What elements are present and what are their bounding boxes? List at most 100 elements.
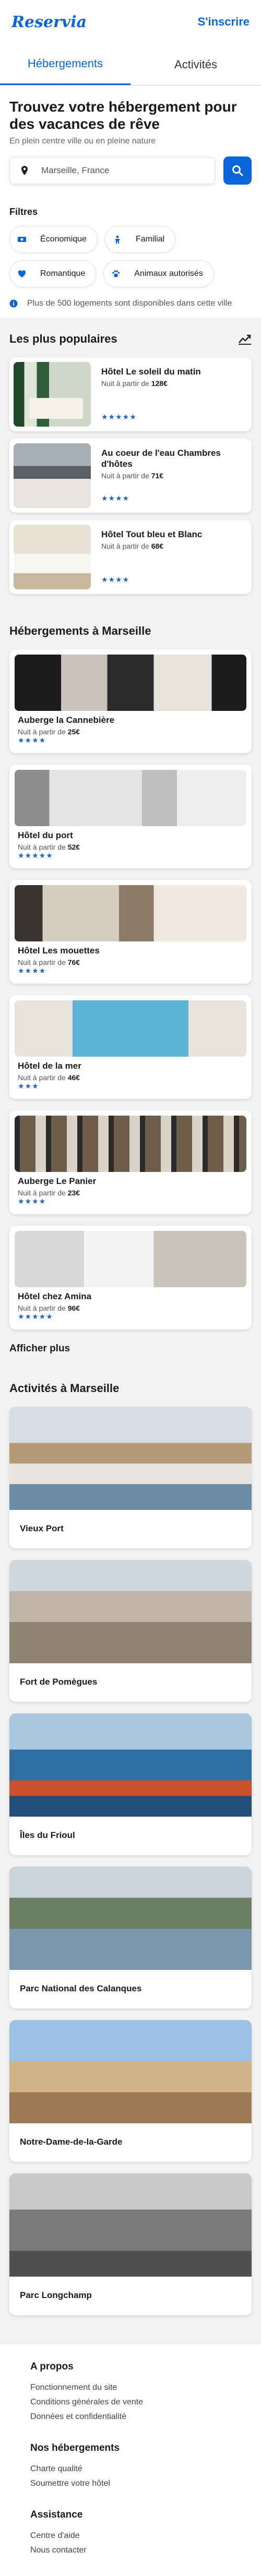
availability-info: Plus de 500 logements sont disponibles d… [9,299,252,308]
popular-card[interactable]: Au coeur de l'eau Chambres d'hôtes Nuit … [9,439,252,513]
hotel-price: Nuit à partir de 52€ [18,843,243,851]
hotel-price: Nuit à partir de 96€ [18,1304,243,1312]
card-content: Auberge Le Panier Nuit à partir de 23€ ★… [15,1172,246,1206]
hotel-price: Nuit à partir de 128€ [101,379,247,388]
footer-link[interactable]: Conditions générales de vente [30,2398,231,2407]
trending-chart-icon [239,334,251,345]
hero-subtitle: En plein centre ville ou en pleine natur… [9,137,156,146]
price-prefix: Nuit à partir de [101,379,151,388]
footer-heading: Assistance [30,2509,83,2520]
tab-bar: Hébergements Activités [0,44,261,86]
card-content: Au coeur de l'eau Chambres d'hôtes Nuit … [101,443,247,508]
footer-link[interactable]: Données et confidentialité [30,2412,231,2422]
footer-link[interactable]: Centre d'aide [30,2531,231,2541]
hotel-photo [15,1231,246,1287]
hotels-section: Hébergements à Marseille Auberge la Cann… [0,610,261,1373]
activity-photo [9,2173,252,2277]
card-content: Hôtel Le soleil du matin Nuit à partir d… [101,362,247,427]
hotel-name: Au coeur de l'eau Chambres d'hôtes [101,448,221,469]
price-prefix: Nuit à partir de [18,1189,68,1197]
paw-icon [112,270,120,277]
search-icon [232,165,243,176]
price-value: 68€ [151,542,164,550]
price-value: 52€ [67,843,80,851]
filter-animaux[interactable]: Animaux autorisés [103,260,214,287]
hotel-price: Nuit à partir de 68€ [101,542,247,550]
footer-link[interactable]: Soumettre votre hôtel [30,2479,231,2488]
popular-section: Les plus populaires Hôtel Le soleil du m… [0,318,261,610]
activity-card[interactable]: Îles du Frioul [9,1713,252,1855]
activity-card[interactable]: Notre-Dame-de-la-Garde [9,2020,252,2162]
hotel-card[interactable]: Hôtel du port Nuit à partir de 52€ ★★★★★ [9,765,252,868]
hotel-card[interactable]: Hôtel de la mer Nuit à partir de 46€ ★★★ [9,995,252,1099]
heart-icon [18,270,26,277]
footer-heading: A propos [30,2361,74,2372]
activity-name: Parc National des Calanques [20,1984,142,1993]
price-prefix: Nuit à partir de [18,843,68,851]
hotel-name: Auberge Le Panier [18,1176,97,1186]
logo[interactable]: Reservia [11,13,87,31]
star-rating: ★★★★ [18,966,46,975]
hotel-card[interactable]: Auberge la Cannebière Nuit à partir de 2… [9,649,252,753]
popular-card[interactable]: Hôtel Le soleil du matin Nuit à partir d… [9,357,252,431]
activity-card[interactable]: Vieux Port [9,1407,252,1549]
activity-card[interactable]: Parc National des Calanques [9,1867,252,2009]
hotel-name: Auberge la Cannebière [18,715,115,725]
hotel-card[interactable]: Hôtel chez Amina Nuit à partir de 96€ ★★… [9,1226,252,1329]
hotel-photo [14,525,91,589]
info-icon [9,299,18,308]
price-prefix: Nuit à partir de [101,471,151,480]
star-rating: ★★★ [18,1082,39,1090]
hotel-name: Hôtel Le soleil du matin [101,367,201,377]
footer-link[interactable]: Nous contacter [30,2546,231,2555]
activity-photo [9,1867,252,1970]
filter-label: Romantique [40,269,86,278]
star-rating: ★★★★★ [101,413,137,421]
child-icon [114,235,120,244]
signup-link[interactable]: S'inscrire [198,15,250,29]
price-value: 71€ [151,471,164,480]
hotel-price: Nuit à partir de 76€ [18,958,243,966]
search-button[interactable] [223,156,252,185]
activity-card[interactable]: Fort de Pomègues [9,1560,252,1702]
price-value: 25€ [67,728,80,736]
show-more-link[interactable]: Afficher plus [9,1341,252,1365]
filter-label: Économique [40,235,87,244]
hotel-photo [15,1116,246,1172]
hotel-price: Nuit à partir de 71€ [101,471,247,480]
info-text: Plus de 500 logements sont disponibles d… [27,299,232,308]
footer-group-about: A propos Fonctionnement du site Conditio… [30,2361,231,2422]
card-content: Hôtel Les mouettes Nuit à partir de 76€ … [15,941,246,975]
activity-name: Parc Longchamp [20,2290,92,2300]
star-rating: ★★★★ [101,575,130,584]
price-prefix: Nuit à partir de [101,542,151,550]
filters-section: Filtres Économique Familial Romantique A… [0,193,261,318]
price-prefix: Nuit à partir de [18,958,68,966]
filter-familial[interactable]: Familial [104,226,176,253]
hotel-card[interactable]: Auberge Le Panier Nuit à partir de 23€ ★… [9,1110,252,1214]
activity-name: Notre-Dame-de-la-Garde [20,2137,123,2147]
filter-chips: Économique Familial Romantique Animaux a… [9,226,252,287]
tab-activites[interactable]: Activités [130,44,261,85]
price-value: 46€ [67,1073,80,1082]
search-value: Marseille, France [41,165,110,175]
filter-romantique[interactable]: Romantique [9,260,97,287]
tab-hebergements[interactable]: Hébergements [0,44,130,85]
card-content: Hôtel chez Amina Nuit à partir de 96€ ★★… [15,1287,246,1321]
popular-card[interactable]: Hôtel Tout bleu et Blanc Nuit à partir d… [9,520,252,594]
price-value: 23€ [67,1189,80,1197]
price-prefix: Nuit à partir de [18,1304,68,1312]
hotel-card[interactable]: Hôtel Les mouettes Nuit à partir de 76€ … [9,880,252,984]
hotel-name: Hôtel de la mer [18,1061,81,1071]
activity-photo [9,2020,252,2123]
footer-link[interactable]: Fonctionnement du site [30,2383,231,2392]
activity-card[interactable]: Parc Longchamp [9,2173,252,2315]
hotels-header: Hébergements à Marseille [9,624,252,638]
footer-link[interactable]: Charte qualité [30,2464,231,2474]
filter-economique[interactable]: Économique [9,226,98,253]
search-row: Marseille, France [9,156,252,185]
footer-group-hebergements: Nos hébergements Charte qualité Soumettr… [30,2442,231,2488]
search-input[interactable]: Marseille, France [9,157,215,184]
star-rating: ★★★★★ [18,1312,53,1321]
hotel-photo [14,362,91,427]
